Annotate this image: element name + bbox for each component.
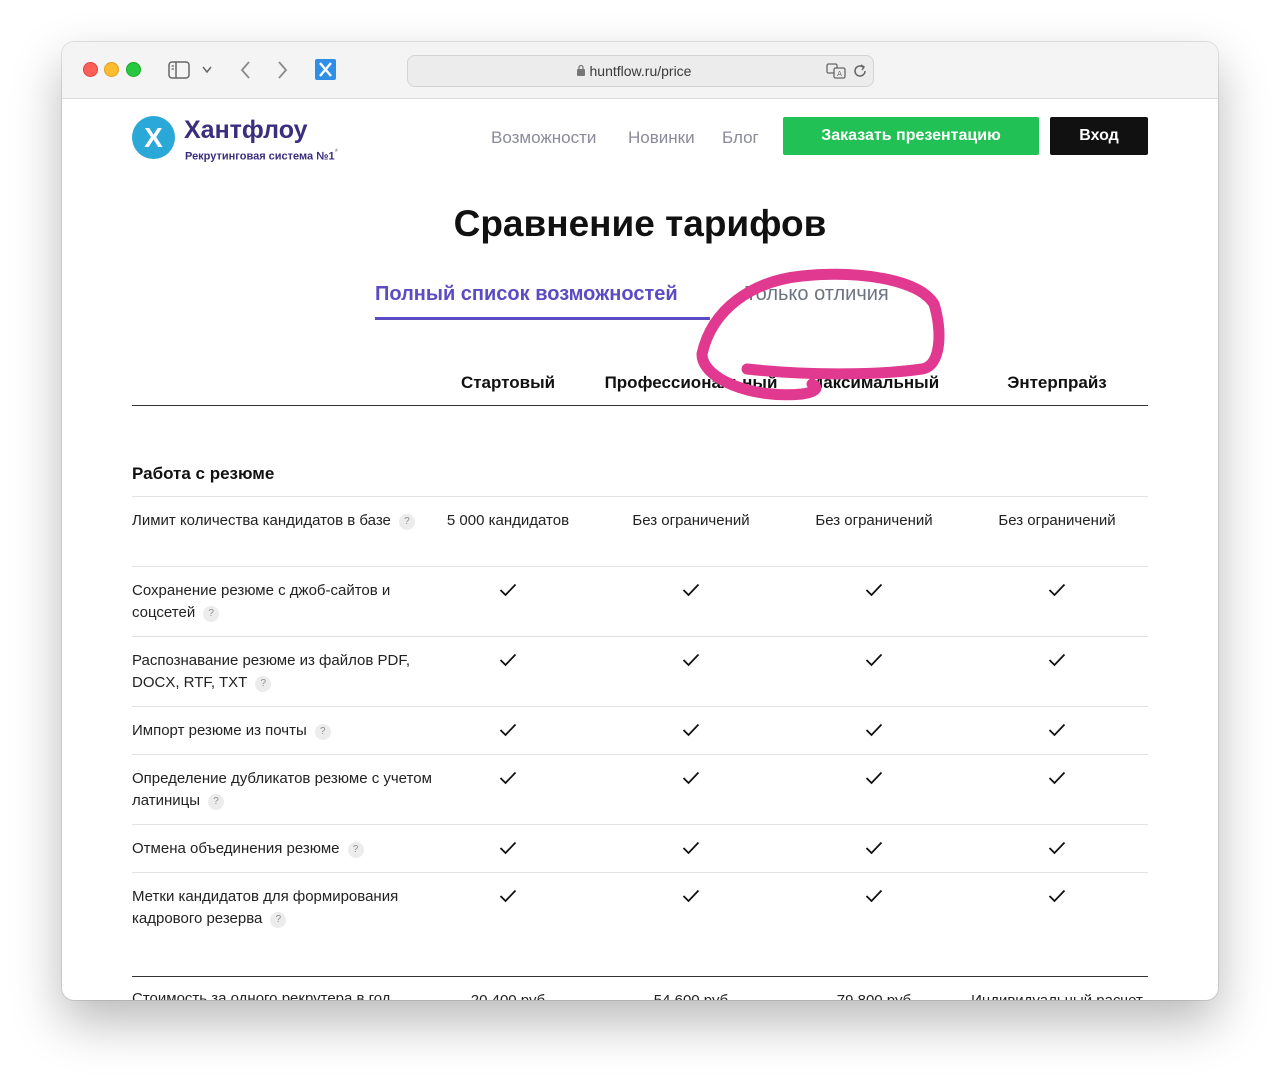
price-starter: 20 400 руб <box>413 990 603 1000</box>
help-icon[interactable]: ? <box>203 606 220 622</box>
feature-label: Распознавание резюме из файлов PDF, DOCX… <box>132 650 432 694</box>
check-icon <box>499 723 517 737</box>
url-text: huntflow.ru/price <box>589 63 692 79</box>
check-icon <box>1048 841 1066 855</box>
tab-full-list[interactable]: Полный список возможностей <box>375 283 678 306</box>
check-icon <box>499 771 517 785</box>
help-icon[interactable]: ? <box>255 676 272 692</box>
cell-maximum: Без ограничений <box>815 512 933 529</box>
active-tab-indicator <box>375 317 710 320</box>
check-icon <box>682 723 700 737</box>
check-icon <box>682 889 700 903</box>
price-maximum: 79 800 руб <box>779 990 969 1000</box>
check-icon <box>682 583 700 597</box>
help-icon[interactable]: ? <box>314 724 331 740</box>
page-title: Сравнение тарифов <box>453 203 827 244</box>
x-extension-icon[interactable] <box>315 59 336 80</box>
close-window-button[interactable] <box>83 62 98 77</box>
feature-label: Лимит количества кандидатов в базе? <box>132 510 432 532</box>
help-icon[interactable]: ? <box>208 794 225 810</box>
chevron-down-icon[interactable] <box>202 66 212 74</box>
logo-name[interactable]: Хантфлоу <box>184 116 308 145</box>
section-title: Работа с резюме <box>132 464 275 483</box>
feature-label-text: Отмена объединения резюме <box>132 840 340 857</box>
check-icon <box>499 841 517 855</box>
feature-label-text: Определение дубликатов резюме с учетом л… <box>132 770 432 809</box>
header-divider <box>132 405 1148 406</box>
table-row: Сохранение резюме с джоб-сайтов и соцсет… <box>132 566 1148 637</box>
check-icon <box>682 653 700 667</box>
logo-tag-mark: * <box>334 147 339 157</box>
feature-label-text: Лимит количества кандидатов в базе <box>132 512 391 529</box>
request-demo-button[interactable]: Заказать презентацию <box>783 117 1039 155</box>
web-page: X Хантфлоу Рекрутинговая система №1* Воз… <box>62 99 1218 1000</box>
logo-mark[interactable]: X <box>132 116 175 159</box>
zoom-window-button[interactable] <box>126 62 141 77</box>
feature-label-text: Импорт резюме из почты <box>132 722 307 739</box>
check-icon <box>865 723 883 737</box>
feature-label: Отмена объединения резюме? <box>132 838 432 860</box>
back-arrow-icon[interactable] <box>239 60 251 80</box>
sidebar-icon[interactable] <box>168 61 190 79</box>
browser-toolbar: huntflow.ru/price A <box>62 42 1218 99</box>
reload-icon[interactable] <box>852 63 868 79</box>
check-icon <box>1048 583 1066 597</box>
plan-header-starter: Стартовый <box>460 373 556 392</box>
check-icon <box>865 771 883 785</box>
cell-enterprise: Без ограничений <box>998 512 1116 529</box>
nav-link-features[interactable]: Возможности <box>491 128 596 148</box>
feature-label: Сохранение резюме с джоб-сайтов и соцсет… <box>132 580 432 624</box>
feature-label-text: Распознавание резюме из файлов PDF, DOCX… <box>132 652 410 691</box>
plan-header-maximum: Максимальный <box>808 373 940 392</box>
price-enterprise: Индивидуальный расчет <box>962 990 1152 1000</box>
check-icon <box>682 841 700 855</box>
table-row: Метки кандидатов для формирования кадров… <box>132 872 1148 934</box>
logo-tagline-text: Рекрутинговая система №1 <box>185 150 335 163</box>
check-icon <box>1048 653 1066 667</box>
login-button[interactable]: Вход <box>1050 117 1148 155</box>
table-row: Распознавание резюме из файлов PDF, DOCX… <box>132 636 1148 707</box>
check-icon <box>865 889 883 903</box>
table-row: Импорт резюме из почты? <box>132 706 1148 755</box>
check-icon <box>499 889 517 903</box>
check-icon <box>1048 889 1066 903</box>
total-divider <box>132 976 1148 977</box>
translate-icon[interactable]: A <box>826 62 846 79</box>
table-row: Определение дубликатов резюме с учетом л… <box>132 754 1148 825</box>
table-row: Лимит количества кандидатов в базе? 5 000… <box>132 496 1148 567</box>
nav-link-blog[interactable]: Блог <box>722 128 759 148</box>
table-row: Отмена объединения резюме? <box>132 824 1148 873</box>
feature-label-text: Метки кандидатов для формирования кадров… <box>132 888 399 927</box>
logo-tagline: Рекрутинговая система №1* <box>185 147 338 163</box>
nav-link-news[interactable]: Новинки <box>628 128 695 148</box>
feature-label-text: Сохранение резюме с джоб-сайтов и соцсет… <box>132 582 391 621</box>
check-icon <box>865 583 883 597</box>
help-icon[interactable]: ? <box>270 912 287 928</box>
tab-differences-only[interactable]: Только отличия <box>745 283 889 306</box>
browser-window: huntflow.ru/price A X Хантфлоу Рекрутинг… <box>62 42 1218 1000</box>
cell-starter: 5 000 кандидатов <box>446 512 570 529</box>
plan-header-enterprise: Энтерпрайз <box>1007 373 1107 392</box>
minimize-window-button[interactable] <box>104 62 119 77</box>
forward-arrow-icon[interactable] <box>277 60 289 80</box>
check-icon <box>865 653 883 667</box>
feature-label: Импорт резюме из почты? <box>132 720 432 742</box>
feature-label: Определение дубликатов резюме с учетом л… <box>132 768 432 812</box>
check-icon <box>499 653 517 667</box>
help-icon[interactable]: ? <box>347 842 364 858</box>
plan-header-professional: Профессиональный <box>604 373 778 392</box>
feature-label: Метки кандидатов для формирования кадров… <box>132 886 432 930</box>
address-bar[interactable]: huntflow.ru/price A <box>407 55 874 87</box>
check-icon <box>1048 723 1066 737</box>
svg-text:A: A <box>837 70 842 78</box>
check-icon <box>682 771 700 785</box>
check-icon <box>499 583 517 597</box>
cell-professional: Без ограничений <box>632 512 750 529</box>
price-professional: 54 600 руб <box>596 990 786 1000</box>
total-label: Стоимость за одного рекрутера в год <box>132 990 391 1000</box>
check-icon <box>1048 771 1066 785</box>
check-icon <box>865 841 883 855</box>
